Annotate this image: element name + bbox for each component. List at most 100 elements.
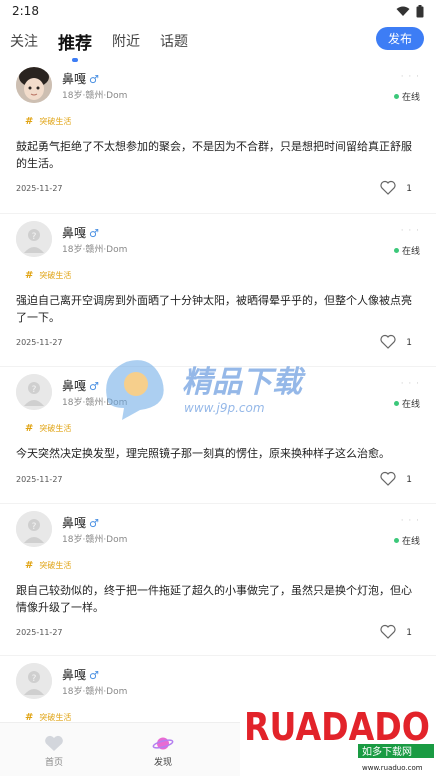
- topic-text: 突破生活: [39, 117, 72, 126]
- more-icon[interactable]: · · ·: [401, 379, 420, 389]
- post-card[interactable]: ? 鼻嘎 ♂ 18岁·赣州·Dom · · · 在线 # 突破生活 强迫自己离开空调…: [0, 214, 436, 367]
- tab-nearby[interactable]: 附近: [112, 31, 140, 51]
- watermark-title: 精品下载: [182, 365, 306, 400]
- like-count: 1: [406, 628, 412, 638]
- watermark: 精品下载 www.j9p.com: [100, 350, 330, 420]
- more-icon[interactable]: · · ·: [401, 72, 420, 82]
- hash-icon: #: [25, 712, 34, 722]
- user-name-text: 鼻嘎: [62, 668, 87, 682]
- tab-topics[interactable]: 话题: [160, 31, 188, 51]
- topic-tag[interactable]: # 突破生活: [25, 560, 71, 571]
- topic-text: 突破生活: [39, 424, 72, 433]
- avatar[interactable]: ?: [16, 221, 52, 257]
- user-meta: 18岁·赣州·Dom: [62, 535, 128, 545]
- user-meta: 18岁·赣州·Dom: [62, 245, 128, 255]
- svg-text:?: ?: [32, 232, 37, 242]
- topic-text: 突破生活: [39, 713, 72, 722]
- ad-url: www.ruaduo.com: [362, 764, 423, 772]
- post-date: 2025-11-27: [16, 338, 63, 347]
- topic-tag[interactable]: # 突破生活: [25, 712, 71, 722]
- like-heart-icon[interactable]: [380, 624, 396, 639]
- tab-recommend[interactable]: 推荐: [58, 29, 92, 62]
- like-count: 1: [406, 475, 412, 485]
- tab-label: 附近: [112, 34, 140, 50]
- user-name[interactable]: 鼻嘎 ♂: [62, 377, 99, 394]
- avatar[interactable]: ?: [16, 663, 52, 699]
- post-date: 2025-11-27: [16, 475, 63, 484]
- online-status-text: 在线: [401, 247, 420, 257]
- default-avatar-icon: ?: [16, 374, 52, 410]
- ad-logo: RUADADO 如多下载网 www.ruaduo.com: [240, 690, 436, 776]
- svg-text:?: ?: [32, 522, 37, 532]
- online-status-text: 在线: [401, 93, 420, 103]
- male-icon: ♂: [89, 517, 99, 530]
- like-heart-icon[interactable]: [380, 180, 396, 195]
- system-icons: [396, 4, 424, 18]
- user-name[interactable]: 鼻嘎 ♂: [62, 514, 99, 531]
- more-icon[interactable]: · · ·: [401, 516, 420, 526]
- default-avatar-icon: ?: [16, 221, 52, 257]
- ad-brand: RUADADO: [244, 705, 430, 749]
- male-icon: ♂: [89, 227, 99, 240]
- status-time: 2:18: [12, 4, 39, 18]
- svg-text:?: ?: [32, 385, 37, 395]
- post-content: 今天突然决定换发型，理完照镜子那一刻真的愣住，原来换种样子这么治愈。: [16, 447, 390, 460]
- post-card[interactable]: 鼻嘎 ♂ 18岁·赣州·Dom · · · 在线 # 突破生活 鼓起勇气拒绝了不太想…: [0, 60, 436, 214]
- like-heart-icon[interactable]: [380, 471, 396, 486]
- tab-follow[interactable]: 关注: [10, 31, 38, 51]
- tab-label: 关注: [10, 34, 38, 50]
- watermark-logo: 精品下载 www.j9p.com: [106, 360, 306, 420]
- user-meta: 18岁·赣州·Dom: [62, 91, 128, 101]
- avatar[interactable]: [16, 67, 52, 103]
- nav-label: 发现: [153, 758, 172, 768]
- nav-discover[interactable]: 发现: [143, 735, 183, 768]
- online-status: 在线: [393, 534, 420, 547]
- user-name-text: 鼻嘎: [62, 516, 87, 530]
- hash-icon: #: [25, 423, 34, 434]
- like-heart-icon[interactable]: [380, 334, 396, 349]
- user-name-text: 鼻嘎: [62, 379, 87, 393]
- user-name[interactable]: 鼻嘎 ♂: [62, 70, 99, 87]
- topic-tag[interactable]: # 突破生活: [25, 423, 71, 434]
- post-card[interactable]: ? 鼻嘎 ♂ 18岁·赣州·Dom · · · 在线 # 突破生活 跟自己较劲似的，…: [0, 504, 436, 656]
- nav-label: 首页: [44, 758, 63, 768]
- avatar-photo: [16, 67, 52, 103]
- hash-icon: #: [25, 116, 34, 127]
- online-dot-icon: [393, 401, 399, 406]
- default-avatar-icon: ?: [16, 511, 52, 547]
- online-status: 在线: [393, 397, 420, 410]
- topic-text: 突破生活: [39, 271, 72, 280]
- tab-label: 推荐: [58, 33, 92, 54]
- post-date: 2025-11-27: [16, 628, 63, 637]
- battery-icon: [416, 4, 424, 17]
- heart-icon: [45, 735, 63, 751]
- male-icon: ♂: [89, 73, 99, 86]
- online-dot-icon: [393, 538, 399, 543]
- avatar[interactable]: ?: [16, 511, 52, 547]
- like-count: 1: [406, 184, 412, 194]
- topic-tag[interactable]: # 突破生活: [25, 270, 71, 281]
- user-name-text: 鼻嘎: [62, 72, 87, 86]
- ad-banner[interactable]: RUADADO 如多下载网 www.ruaduo.com: [240, 690, 436, 776]
- watermark-url: www.j9p.com: [184, 401, 265, 415]
- ad-subtitle: 如多下载网: [362, 745, 412, 758]
- default-avatar-icon: ?: [16, 663, 52, 699]
- more-icon[interactable]: · · ·: [401, 226, 420, 236]
- avatar[interactable]: ?: [16, 374, 52, 410]
- topic-tag[interactable]: # 突破生活: [25, 116, 71, 127]
- hash-icon: #: [25, 270, 34, 281]
- user-name[interactable]: 鼻嘎 ♂: [62, 666, 99, 683]
- user-name[interactable]: 鼻嘎 ♂: [62, 224, 99, 241]
- wifi-icon: [396, 6, 410, 16]
- hash-icon: #: [25, 560, 34, 571]
- online-status: 在线: [393, 90, 420, 103]
- publish-button[interactable]: 发布: [376, 27, 424, 50]
- svg-text:?: ?: [32, 674, 37, 684]
- post-content: 鼓起勇气拒绝了不太想参加的聚会，不是因为不合群，只是想把时间留给真正舒服的生活。: [16, 140, 412, 170]
- post-content: 跟自己较劲似的，终于把一件拖延了超久的小事做完了，虽然只是换个灯泡，但心情像升级…: [16, 584, 412, 614]
- user-meta: 18岁·赣州·Dom: [62, 687, 128, 697]
- nav-home[interactable]: 首页: [34, 735, 74, 768]
- online-status-text: 在线: [401, 537, 420, 547]
- post-content: 强迫自己离开空调房到外面晒了十分钟太阳，被晒得晕乎乎的，但整个人像被点亮了一下。: [16, 294, 412, 324]
- male-icon: ♂: [89, 669, 99, 682]
